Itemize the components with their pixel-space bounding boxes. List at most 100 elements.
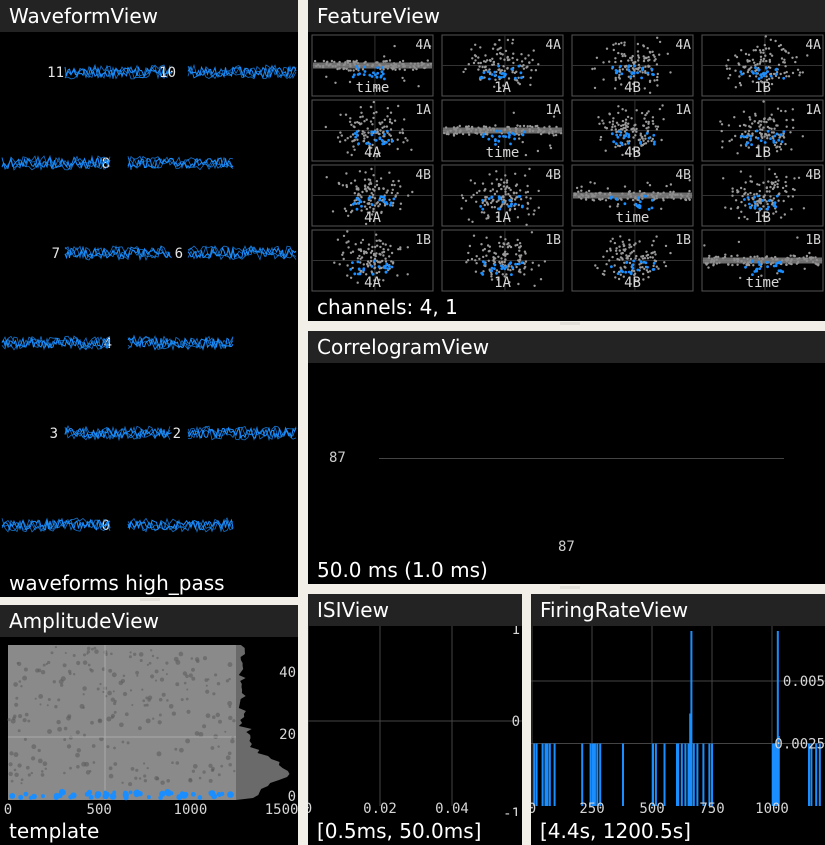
- firing-rate-view[interactable]: FiringRateView 0 250 500 750 1000 0.005 0.0025…: [531, 594, 825, 845]
- feature-point: [491, 188, 495, 191]
- firing-rate-bar: [581, 743, 584, 806]
- feature-point: [777, 179, 780, 182]
- feature-point-selected: [382, 142, 386, 145]
- feature-point: [746, 193, 750, 196]
- waveform-channel-label: 2: [173, 426, 181, 442]
- amplitude-point: [40, 670, 46, 675]
- feature-point: [349, 276, 353, 279]
- feature-point: [637, 63, 641, 67]
- firing-rate-plot[interactable]: 0 250 500 750 10000.0050.0025: [531, 626, 825, 816]
- feature-point: [512, 192, 516, 195]
- isi-plot[interactable]: 00.020.0410-1: [308, 626, 522, 816]
- feature-point: [669, 183, 673, 186]
- feature-view[interactable]: FeatureView 4A time 4A 1A 4A 4B 4A 1B 1A 4A 1A time…: [308, 0, 825, 321]
- feature-point: [502, 242, 505, 245]
- feature-point: [502, 253, 505, 256]
- amplitude-point: [47, 729, 52, 734]
- feature-cell-corner-label: 1A: [805, 103, 821, 118]
- feature-cell-corner-label: 4A: [805, 38, 821, 53]
- amplitude-point: [217, 773, 221, 777]
- feature-point: [756, 203, 759, 206]
- correlogram-view[interactable]: CorrelogramView 87 87 50.0 ms (1.0 ms): [308, 331, 825, 584]
- feature-point-selected: [356, 272, 360, 276]
- amplitude-point: [40, 773, 45, 777]
- feature-point: [632, 75, 635, 78]
- feature-point: [605, 263, 608, 266]
- feature-point: [504, 238, 507, 241]
- splitter-feature[interactable]: [560, 322, 580, 325]
- feature-point: [516, 124, 519, 127]
- feature-point: [609, 240, 612, 243]
- feature-point: [492, 198, 495, 202]
- splitter-correlogram[interactable]: [560, 586, 580, 589]
- amplitude-point: [12, 716, 16, 721]
- feature-point-selected: [620, 72, 624, 76]
- feature-point: [462, 70, 465, 74]
- amplitude-point: [46, 704, 49, 707]
- feature-point: [373, 197, 377, 200]
- firing-rate-bar: [808, 743, 810, 806]
- amplitude-point: [122, 674, 126, 678]
- splitter-left[interactable]: [140, 598, 160, 601]
- feature-point: [498, 245, 502, 248]
- feature-point: [494, 257, 497, 260]
- feature-point: [505, 179, 509, 182]
- amplitude-point: [9, 751, 14, 756]
- feature-point: [609, 247, 612, 250]
- feature-point: [624, 118, 628, 121]
- amplitude-plot[interactable]: 0 500 1000 150040200: [0, 637, 298, 822]
- amplitude-point: [130, 767, 135, 771]
- feature-point: [511, 38, 515, 41]
- feature-point: [736, 189, 739, 192]
- feature-point: [768, 58, 771, 62]
- feature-point: [762, 195, 765, 198]
- feature-point: [765, 59, 768, 63]
- amplitude-point: [25, 765, 30, 770]
- amplitude-point-selected: [123, 794, 129, 801]
- feature-point-selected: [769, 137, 772, 140]
- feature-point: [602, 78, 605, 81]
- feature-point: [643, 117, 646, 120]
- amplitude-point: [166, 699, 169, 702]
- amplitude-point-selected: [165, 789, 172, 797]
- feature-point: [623, 44, 626, 47]
- feature-point: [353, 125, 356, 129]
- amplitude-point: [108, 773, 114, 779]
- amplitude-point: [141, 688, 144, 691]
- feature-point: [734, 86, 737, 89]
- feature-point-selected: [517, 195, 521, 198]
- feature-point-selected: [638, 200, 642, 204]
- waveform-plot[interactable]: 11 1087 643 20: [0, 32, 298, 562]
- waveform-view[interactable]: WaveformView 11 10 8 7 6 4 3 2 0 waveforms high_…: [0, 0, 298, 597]
- isi-view[interactable]: ISIView 00.020.0410-1 [0.5ms, 50.0ms]: [308, 594, 522, 845]
- amplitude-point: [227, 751, 232, 756]
- feature-point-selected: [624, 270, 628, 274]
- feature-point: [378, 203, 382, 206]
- amplitude-point: [211, 766, 215, 771]
- feature-point: [791, 118, 795, 122]
- amplitude-view[interactable]: AmplitudeView 0 500 1000 1500 40 20 0 template: [0, 605, 298, 845]
- feature-point: [363, 137, 366, 140]
- feature-point-selected: [754, 66, 757, 70]
- feature-point: [506, 67, 509, 70]
- feature-point: [381, 121, 384, 124]
- amplitude-point: [54, 705, 58, 709]
- feature-grid[interactable]: 4Atime4A1A4A4B4A1B1A4A1Atime1A4B1A1B4B4A…: [308, 32, 825, 292]
- feature-point: [366, 135, 369, 139]
- feature-point-selected: [521, 133, 525, 137]
- feature-point: [379, 129, 382, 132]
- amplitude-point: [136, 674, 139, 677]
- feature-point: [349, 211, 353, 214]
- amplitude-point: [102, 690, 105, 694]
- feature-point: [791, 71, 795, 75]
- feature-point: [461, 196, 465, 200]
- feature-point-selected: [618, 130, 621, 133]
- feature-point-selected: [389, 201, 393, 205]
- amplitude-point: [30, 771, 33, 775]
- feature-point: [575, 186, 579, 190]
- amplitude-point: [64, 651, 67, 655]
- amplitude-point: [63, 726, 68, 731]
- amplitude-point: [99, 682, 102, 686]
- feature-point: [370, 167, 373, 171]
- feature-point-selected: [498, 197, 501, 201]
